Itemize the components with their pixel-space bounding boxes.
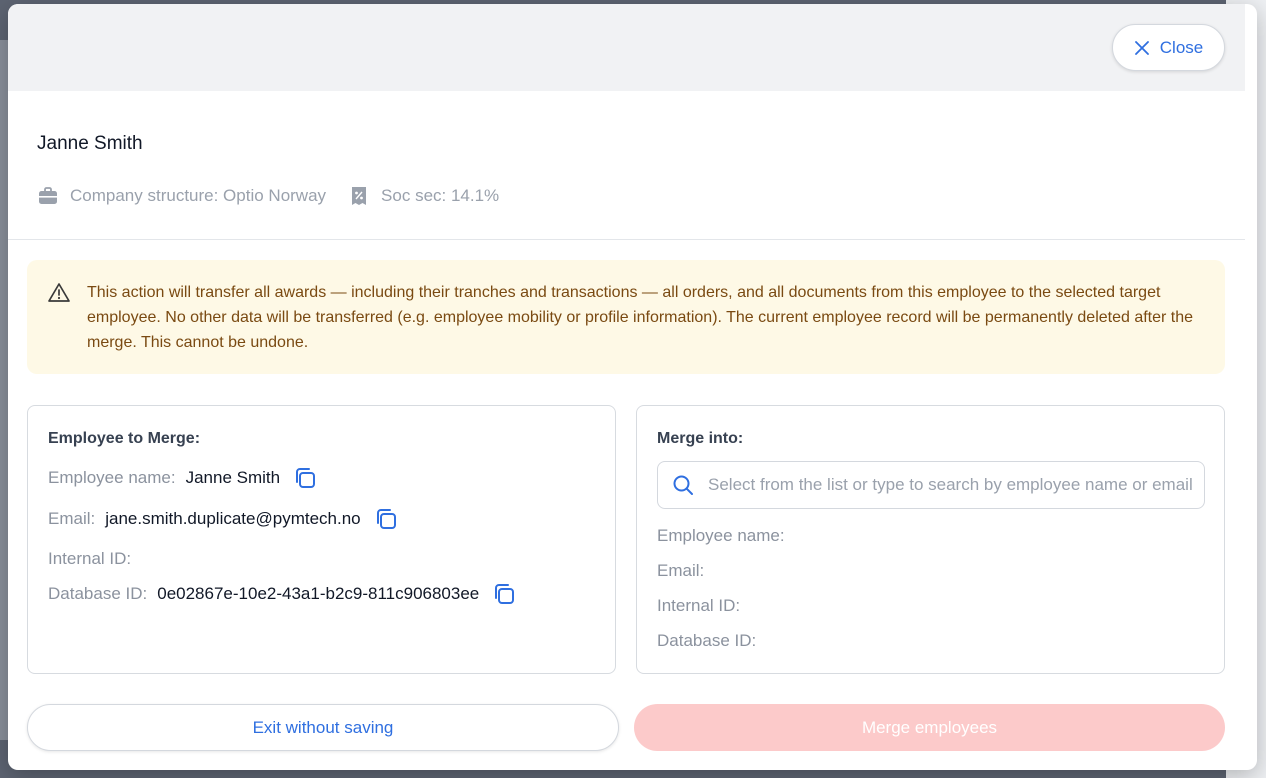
exit-without-saving-button[interactable]: Exit without saving — [27, 704, 619, 751]
database-id-label: Database ID: — [48, 584, 148, 603]
merge-into-database-id-label: Database ID: — [657, 631, 757, 650]
merge-employee-modal: Close Janne Smith Company structure: Opt… — [8, 4, 1257, 770]
company-structure-text: Company structure: Optio Norway — [70, 186, 327, 205]
soc-sec-text: Soc sec: 14.1% — [381, 186, 500, 205]
soc-sec: Soc sec: 14.1% — [348, 185, 499, 207]
employee-to-merge-title: Employee to Merge: — [48, 430, 201, 447]
merge-into-title: Merge into: — [657, 430, 744, 447]
merge-into-internal-id-label: Internal ID: — [657, 596, 741, 615]
employee-search[interactable] — [657, 461, 1205, 509]
close-icon — [1134, 40, 1149, 55]
merge-employees-button[interactable]: Merge employees — [634, 704, 1225, 751]
copy-icon[interactable] — [492, 582, 516, 606]
merge-from-database-id-row: Database ID: 0e02867e-10e2-43a1-b2c9-811… — [48, 582, 516, 606]
merge-from-name-row: Employee name: Janne Smith — [48, 466, 317, 490]
employee-to-merge-card: Employee to Merge: Employee name: Janne … — [27, 405, 616, 674]
email-label: Email: — [48, 509, 96, 528]
database-id-value: 0e02867e-10e2-43a1-b2c9-811c906803ee — [157, 584, 480, 603]
merge-into-name-label: Employee name: — [657, 526, 785, 545]
name-value: Janne Smith — [185, 468, 281, 487]
name-label: Employee name: — [48, 468, 176, 487]
search-icon — [673, 475, 693, 495]
internal-id-label: Internal ID: — [48, 549, 132, 568]
employee-title: Janne Smith — [37, 133, 143, 154]
close-label: Close — [1159, 37, 1204, 57]
copy-icon[interactable] — [293, 466, 317, 490]
warning-icon — [48, 283, 70, 302]
modal-header: Close — [8, 4, 1245, 91]
employee-meta: Company structure: Optio Norway Soc sec:… — [37, 185, 521, 207]
employee-search-input[interactable] — [708, 475, 1193, 495]
warning-banner: This action will transfer all awards — i… — [27, 260, 1225, 374]
receipt-percent-icon — [352, 187, 367, 205]
divider — [8, 239, 1245, 240]
close-button[interactable]: Close — [1112, 24, 1225, 71]
copy-icon[interactable] — [374, 507, 398, 531]
warning-text: This action will transfer all awards — i… — [87, 284, 1194, 351]
merge-into-email-label: Email: — [657, 561, 705, 580]
company-structure: Company structure: Optio Norway — [37, 185, 326, 207]
briefcase-icon — [39, 187, 57, 204]
merge-from-email-row: Email: jane.smith.duplicate@pymtech.no — [48, 507, 398, 531]
merge-from-internal-id-row: Internal ID: — [48, 549, 141, 569]
email-value: jane.smith.duplicate@pymtech.no — [105, 509, 361, 528]
merge-into-card: Merge into: Employee name: Email: Intern… — [636, 405, 1225, 674]
